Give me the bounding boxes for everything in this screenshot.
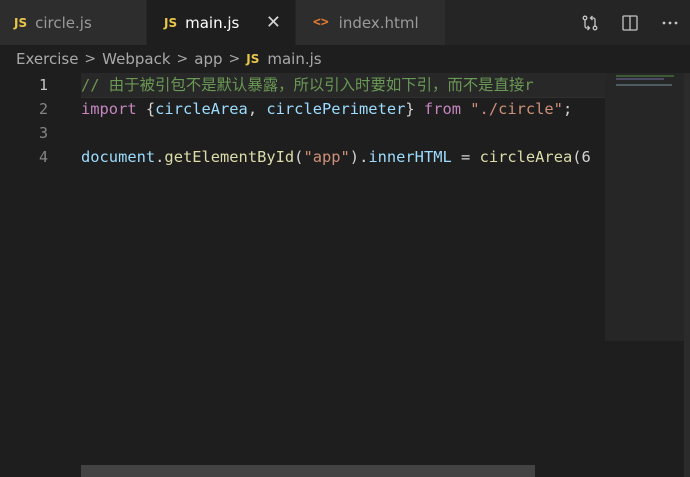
code-comment: // 由于被引包不是默认暴露，所以引入时要如下引，而不是直接r bbox=[81, 76, 534, 94]
identifier: circleArea bbox=[155, 100, 248, 118]
code-line-3[interactable] bbox=[81, 121, 605, 145]
tab-index-html[interactable]: <> index.html bbox=[296, 0, 446, 45]
keyword-import: import bbox=[81, 100, 137, 118]
keyword-from: from bbox=[423, 100, 461, 118]
breadcrumb-item-exercise[interactable]: Exercise bbox=[16, 50, 78, 68]
code-area[interactable]: // 由于被引包不是默认暴露，所以引入时要如下引，而不是直接r import {… bbox=[81, 73, 605, 477]
function-name: circleArea bbox=[479, 148, 573, 166]
chevron-right-icon: > bbox=[176, 51, 189, 67]
split-editor-button[interactable] bbox=[610, 0, 650, 45]
code-line-2[interactable]: import {circleArea, circlePerimeter} fro… bbox=[81, 97, 605, 121]
breadcrumb: Exercise > Webpack > app > JS main.js bbox=[0, 45, 690, 73]
code-editor[interactable]: 1 2 3 4 // 由于被引包不是默认暴露，所以引入时要如下引，而不是直接r … bbox=[0, 73, 690, 477]
more-actions-icon bbox=[662, 21, 678, 24]
function-name: getElementById bbox=[164, 148, 295, 166]
punctuation: (6 bbox=[572, 148, 591, 166]
punctuation: ) bbox=[349, 148, 360, 166]
html-file-icon: <> bbox=[313, 15, 329, 30]
breadcrumb-item-app[interactable]: app bbox=[194, 50, 222, 68]
punctuation: { bbox=[136, 100, 156, 118]
tab-label: index.html bbox=[338, 13, 419, 32]
line-number: 3 bbox=[38, 124, 48, 142]
split-editor-icon bbox=[622, 14, 638, 31]
minimap-line bbox=[616, 75, 674, 77]
compare-changes-button[interactable] bbox=[570, 0, 610, 45]
tab-label: main.js bbox=[185, 13, 240, 32]
operator: = bbox=[451, 148, 480, 166]
tab-main-js[interactable]: JS main.js ✕ bbox=[147, 0, 296, 45]
punctuation: . bbox=[359, 148, 369, 166]
string-literal: "app" bbox=[303, 148, 350, 166]
compare-changes-icon bbox=[582, 15, 598, 30]
punctuation: } bbox=[405, 100, 424, 118]
minimap-line bbox=[616, 78, 664, 80]
code-line-1[interactable]: // 由于被引包不是默认暴露，所以引入时要如下引，而不是直接r bbox=[81, 73, 605, 98]
editor-actions bbox=[570, 0, 690, 45]
vertical-scrollbar[interactable] bbox=[684, 73, 690, 477]
line-number: 4 bbox=[38, 148, 48, 166]
javascript-file-icon: JS bbox=[14, 15, 28, 30]
identifier: circlePerimeter bbox=[266, 100, 406, 118]
punctuation: ; bbox=[562, 100, 573, 118]
minimap-slider[interactable] bbox=[605, 73, 685, 341]
minimap[interactable] bbox=[605, 73, 690, 477]
property: innerHTML bbox=[368, 148, 452, 166]
horizontal-scrollbar[interactable] bbox=[81, 465, 535, 477]
javascript-file-icon: JS bbox=[246, 52, 260, 66]
code-line-4[interactable]: document.getElementById("app").innerHTML… bbox=[81, 145, 605, 169]
minimap-line bbox=[616, 84, 672, 86]
punctuation: , bbox=[247, 100, 267, 118]
tab-circle-js[interactable]: JS circle.js bbox=[0, 0, 147, 45]
more-actions-button[interactable] bbox=[650, 0, 690, 45]
string-literal: "./circle" bbox=[470, 100, 563, 118]
tab-bar: JS circle.js JS main.js ✕ <> index.html bbox=[0, 0, 690, 45]
line-number-gutter: 1 2 3 4 bbox=[0, 73, 80, 169]
chevron-right-icon: > bbox=[228, 51, 241, 67]
close-icon[interactable]: ✕ bbox=[266, 13, 281, 32]
line-number: 2 bbox=[38, 100, 48, 118]
javascript-file-icon: JS bbox=[164, 15, 178, 30]
tab-label: circle.js bbox=[35, 13, 92, 32]
line-number: 1 bbox=[38, 76, 48, 94]
chevron-right-icon: > bbox=[84, 51, 97, 67]
identifier: document bbox=[81, 148, 156, 166]
breadcrumb-item-file[interactable]: main.js bbox=[267, 50, 321, 68]
breadcrumb-item-webpack[interactable]: Webpack bbox=[102, 50, 170, 68]
